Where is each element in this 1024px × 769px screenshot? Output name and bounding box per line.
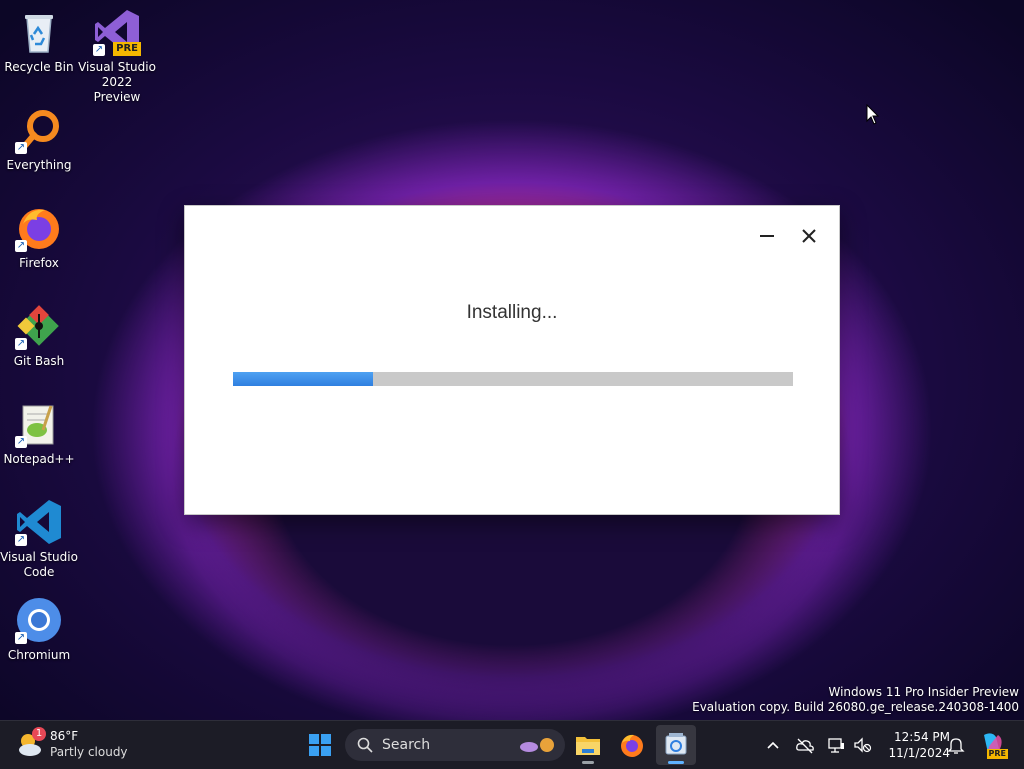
installer-dialog: Installing... <box>184 205 840 515</box>
desktop-icon-label: Visual Studio Code <box>0 550 78 579</box>
shortcut-arrow-icon: ↗ <box>15 240 27 252</box>
firefox-icon: ↗ <box>15 204 63 252</box>
shortcut-arrow-icon: ↗ <box>15 338 27 350</box>
weather-alert-badge: 1 <box>32 727 46 741</box>
notifications-button[interactable] <box>946 735 966 755</box>
vscode-icon: ↗ <box>15 498 63 546</box>
minimize-button[interactable] <box>753 222 781 250</box>
git-bash-icon: ↗ <box>15 302 63 350</box>
clock-date: 11/1/2024 <box>888 746 950 760</box>
desktop-icon-label: Visual Studio 2022 Preview <box>78 60 156 104</box>
close-button[interactable] <box>795 222 823 250</box>
bell-icon <box>947 738 965 754</box>
installer-icon <box>665 733 687 755</box>
preview-badge: PRE <box>113 42 141 56</box>
volume-muted-icon <box>854 737 872 753</box>
copilot-button[interactable]: PRE <box>972 725 1012 765</box>
partly-cloudy-icon: 1 <box>16 727 46 759</box>
desktop-icon-label: Chromium <box>7 648 71 662</box>
active-indicator <box>668 761 684 764</box>
notepadpp-icon: ↗ <box>15 400 63 448</box>
desktop-icon-label: Recycle Bin <box>4 60 74 74</box>
taskbar-clock[interactable]: 12:54 PM 11/1/2024 <box>880 729 950 761</box>
taskbar-installer[interactable] <box>656 725 696 765</box>
network-button[interactable] <box>826 735 846 755</box>
taskbar-search-box[interactable]: Search <box>345 729 565 761</box>
desktop-icon-git-bash[interactable]: ↗ Git Bash <box>0 302 78 369</box>
desktop-icon-label: Everything <box>6 158 72 172</box>
weather-condition: Partly cloudy <box>50 745 128 759</box>
close-icon <box>802 229 816 243</box>
shortcut-arrow-icon: ↗ <box>15 142 27 154</box>
install-progress-bar <box>233 372 793 386</box>
chevron-up-icon <box>767 741 779 749</box>
desktop-icon-recycle-bin[interactable]: Recycle Bin <box>0 8 78 75</box>
taskbar-firefox[interactable] <box>612 725 652 765</box>
desktop-icon-vscode[interactable]: ↗ Visual Studio Code <box>0 498 78 580</box>
watermark-build: Evaluation copy. Build 26080.ge_release.… <box>692 700 1019 714</box>
windows-logo-icon <box>309 734 331 756</box>
shortcut-arrow-icon: ↗ <box>15 534 27 546</box>
everything-icon: ↗ <box>15 106 63 154</box>
taskbar: 1 86°F Partly cloudy Search 12:54 PM 11/… <box>0 720 1024 769</box>
desktop-icon-chromium[interactable]: ↗ Chromium <box>0 596 78 663</box>
cloud-offline-icon <box>796 738 814 754</box>
file-explorer-icon <box>576 737 600 755</box>
mouse-cursor-icon <box>866 103 880 126</box>
volume-button[interactable] <box>852 735 872 755</box>
windows-watermark: Windows 11 Pro Insider Preview Evaluatio… <box>692 685 1019 715</box>
desktop-icon-notepadpp[interactable]: ↗ Notepad++ <box>0 400 78 467</box>
progress-fill <box>233 372 373 386</box>
search-placeholder: Search <box>382 737 431 753</box>
taskbar-file-explorer[interactable] <box>568 725 608 765</box>
shortcut-arrow-icon: ↗ <box>15 436 27 448</box>
start-button[interactable] <box>300 725 340 765</box>
onedrive-offline-button[interactable] <box>795 735 815 755</box>
network-disconnected-icon <box>828 738 844 753</box>
desktop-icon-label: Notepad++ <box>3 452 75 466</box>
recycle-bin-icon <box>15 8 63 56</box>
desktop-icon-label: Git Bash <box>13 354 65 368</box>
desktop-icon-everything[interactable]: ↗ Everything <box>0 106 78 173</box>
installing-status-text: Installing... <box>466 302 558 323</box>
copilot-pre-badge: PRE <box>986 749 1008 759</box>
clock-time: 12:54 PM <box>894 730 950 744</box>
desktop-icon-firefox[interactable]: ↗ Firefox <box>0 204 78 271</box>
weather-temperature: 86°F <box>50 729 79 743</box>
shortcut-arrow-icon: ↗ <box>93 44 105 56</box>
show-hidden-icons-button[interactable] <box>763 735 783 755</box>
running-indicator <box>582 761 594 764</box>
firefox-icon <box>621 734 643 757</box>
watermark-edition: Windows 11 Pro Insider Preview <box>828 685 1019 699</box>
shortcut-arrow-icon: ↗ <box>15 632 27 644</box>
desktop-icon-visual-studio-preview[interactable]: PRE ↗ Visual Studio 2022 Preview <box>78 8 156 105</box>
chromium-icon: ↗ <box>15 596 63 644</box>
desktop-icon-label: Firefox <box>19 256 59 270</box>
visual-studio-icon: PRE ↗ <box>93 8 141 56</box>
search-icon <box>357 737 373 753</box>
copilot-icon <box>984 733 1002 756</box>
search-highlight-icon <box>520 738 554 752</box>
